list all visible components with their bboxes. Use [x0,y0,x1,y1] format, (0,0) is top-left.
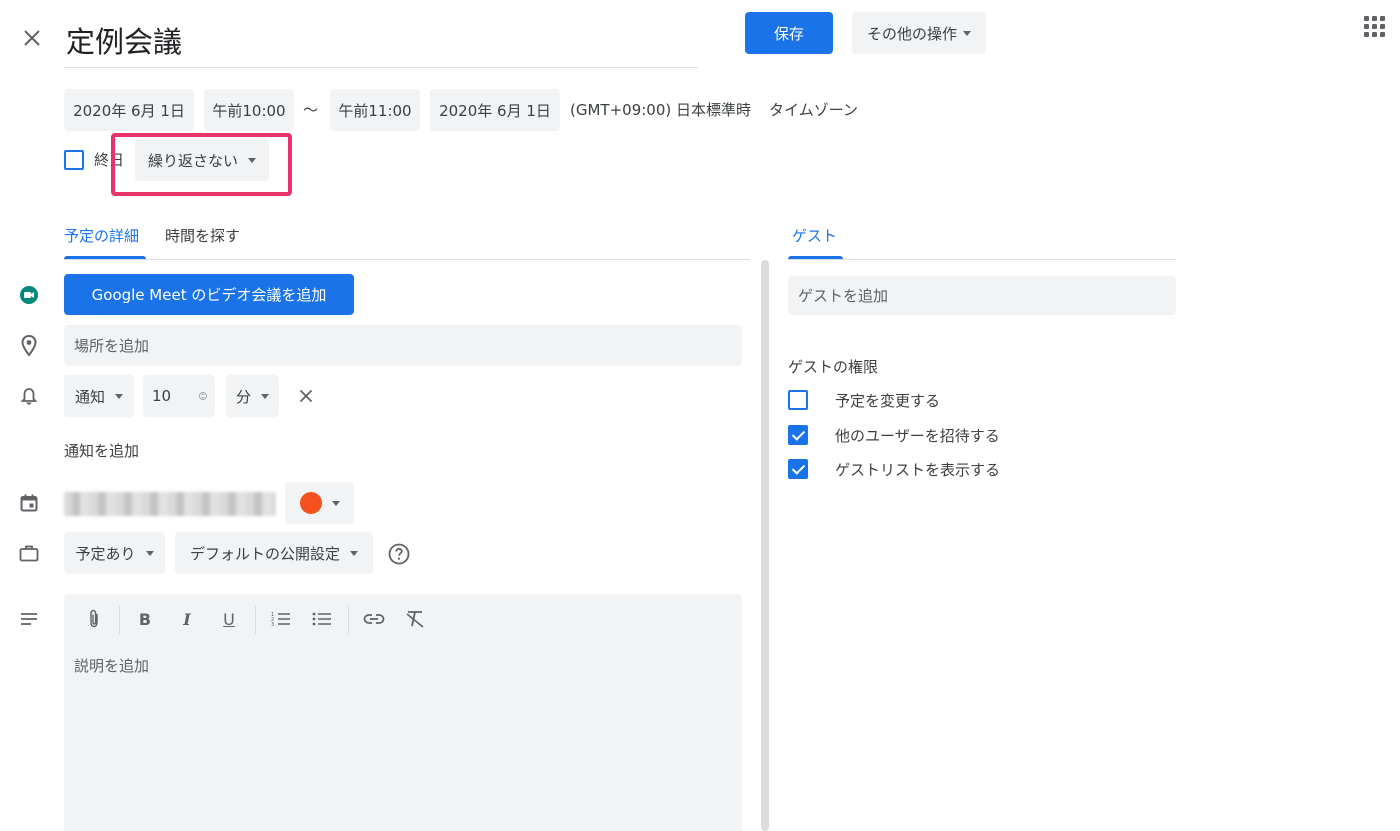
save-button[interactable]: 保存 [745,12,833,54]
bulleted-list-icon [312,612,331,626]
tab-find-time[interactable]: 時間を探す [165,225,240,246]
scrollbar[interactable] [761,260,769,831]
tab-event-details[interactable]: 予定の詳細 [64,225,139,246]
chevron-down-icon [145,550,154,556]
notification-type-label: 通知 [74,387,105,406]
link-icon [363,614,385,624]
location-pin-icon [18,335,40,357]
stepper-icon [199,392,208,400]
link-button[interactable] [361,606,387,632]
timezone-link[interactable]: タイムゾーン [769,89,858,131]
event-color-swatch [299,492,322,514]
chevron-down-icon [350,550,358,556]
highlight-box [111,133,292,196]
more-actions-button[interactable]: その他の操作 [852,12,986,54]
numbered-list-button[interactable]: 123 [268,606,294,632]
notification-unit-label: 分 [235,387,251,406]
add-notification-link[interactable]: 通知を追加 [64,440,139,461]
visibility-dropdown[interactable]: デフォルトの公開設定 [175,532,373,574]
google-meet-icon [18,284,40,306]
italic-icon: I [183,609,191,629]
busy-status-label: 予定あり [75,544,136,563]
guests-divider [788,259,1176,260]
notification-unit-dropdown[interactable]: 分 [226,375,279,417]
toolbar-divider [255,606,256,634]
briefcase-icon [18,542,40,564]
add-google-meet-button[interactable]: Google Meet のビデオ会議を追加 [64,274,354,315]
chevron-down-icon [261,393,269,399]
toolbar-divider [119,606,120,634]
help-icon [388,543,410,565]
permission-see-guest-list-label: ゲストリストを表示する [835,461,1001,479]
chevron-down-icon [963,30,971,36]
svg-text:3: 3 [271,622,274,627]
bold-icon: B [138,609,152,629]
timezone-text: (GMT+09:00) 日本標準時 [570,101,751,119]
close-icon [299,389,313,403]
busy-status-dropdown[interactable]: 予定あり [64,532,165,574]
permission-invite-others-checkbox[interactable] [788,425,808,445]
location-input[interactable]: 場所を追加 [64,325,742,366]
all-day-checkbox[interactable] [64,150,84,170]
apps-grid-icon[interactable] [1362,14,1386,38]
title-field[interactable]: 定例会議 [64,18,698,68]
chevron-down-icon [115,393,123,399]
notification-value-stepper[interactable]: 10 [143,375,215,417]
permission-invite-others-label: 他のユーザーを招待する [835,427,1000,445]
underline-icon: U [223,609,235,629]
end-time-chip[interactable]: 午前11:00 [330,89,420,131]
remove-notification-button[interactable] [296,386,316,406]
start-date-chip[interactable]: 2020年 6月 1日 [64,89,194,131]
close-icon [24,30,40,46]
bulleted-list-button[interactable] [309,606,335,632]
add-guests-input[interactable]: ゲストを追加 [788,276,1176,315]
more-actions-label: その他の操作 [866,24,957,43]
paperclip-icon [90,609,98,628]
time-separator: 〜 [303,101,319,119]
close-button[interactable] [16,22,48,54]
permission-modify-event-label: 予定を変更する [835,392,941,410]
bold-button[interactable]: B [132,606,158,632]
calendar-icon [18,492,40,514]
help-button[interactable] [387,542,411,566]
start-time-chip[interactable]: 午前10:00 [204,89,294,131]
tab-guests[interactable]: ゲスト [792,225,837,246]
end-date-chip[interactable]: 2020年 6月 1日 [430,89,560,131]
permission-see-guest-list-checkbox[interactable] [788,459,808,479]
notification-type-dropdown[interactable]: 通知 [64,375,134,417]
description-placeholder: 説明を追加 [74,657,150,675]
toolbar-divider [348,606,349,634]
chevron-down-icon [331,500,340,506]
permission-modify-event-checkbox[interactable] [788,390,808,410]
notification-value: 10 [152,387,172,405]
visibility-label: デフォルトの公開設定 [189,544,340,563]
calendar-name-blurred[interactable] [64,492,276,516]
description-lines-icon [18,608,40,630]
numbered-list-icon: 123 [271,612,290,627]
event-title: 定例会議 [66,25,183,59]
italic-button[interactable]: I [174,606,200,632]
guest-permissions-heading: ゲストの権限 [788,358,879,376]
attachment-button[interactable] [81,606,107,632]
underline-button[interactable]: U [216,606,242,632]
clear-formatting-icon [406,611,424,628]
event-color-dropdown[interactable] [285,482,354,524]
bell-icon [18,385,40,407]
clear-formatting-button[interactable] [402,606,428,632]
tabs-divider [64,259,750,260]
